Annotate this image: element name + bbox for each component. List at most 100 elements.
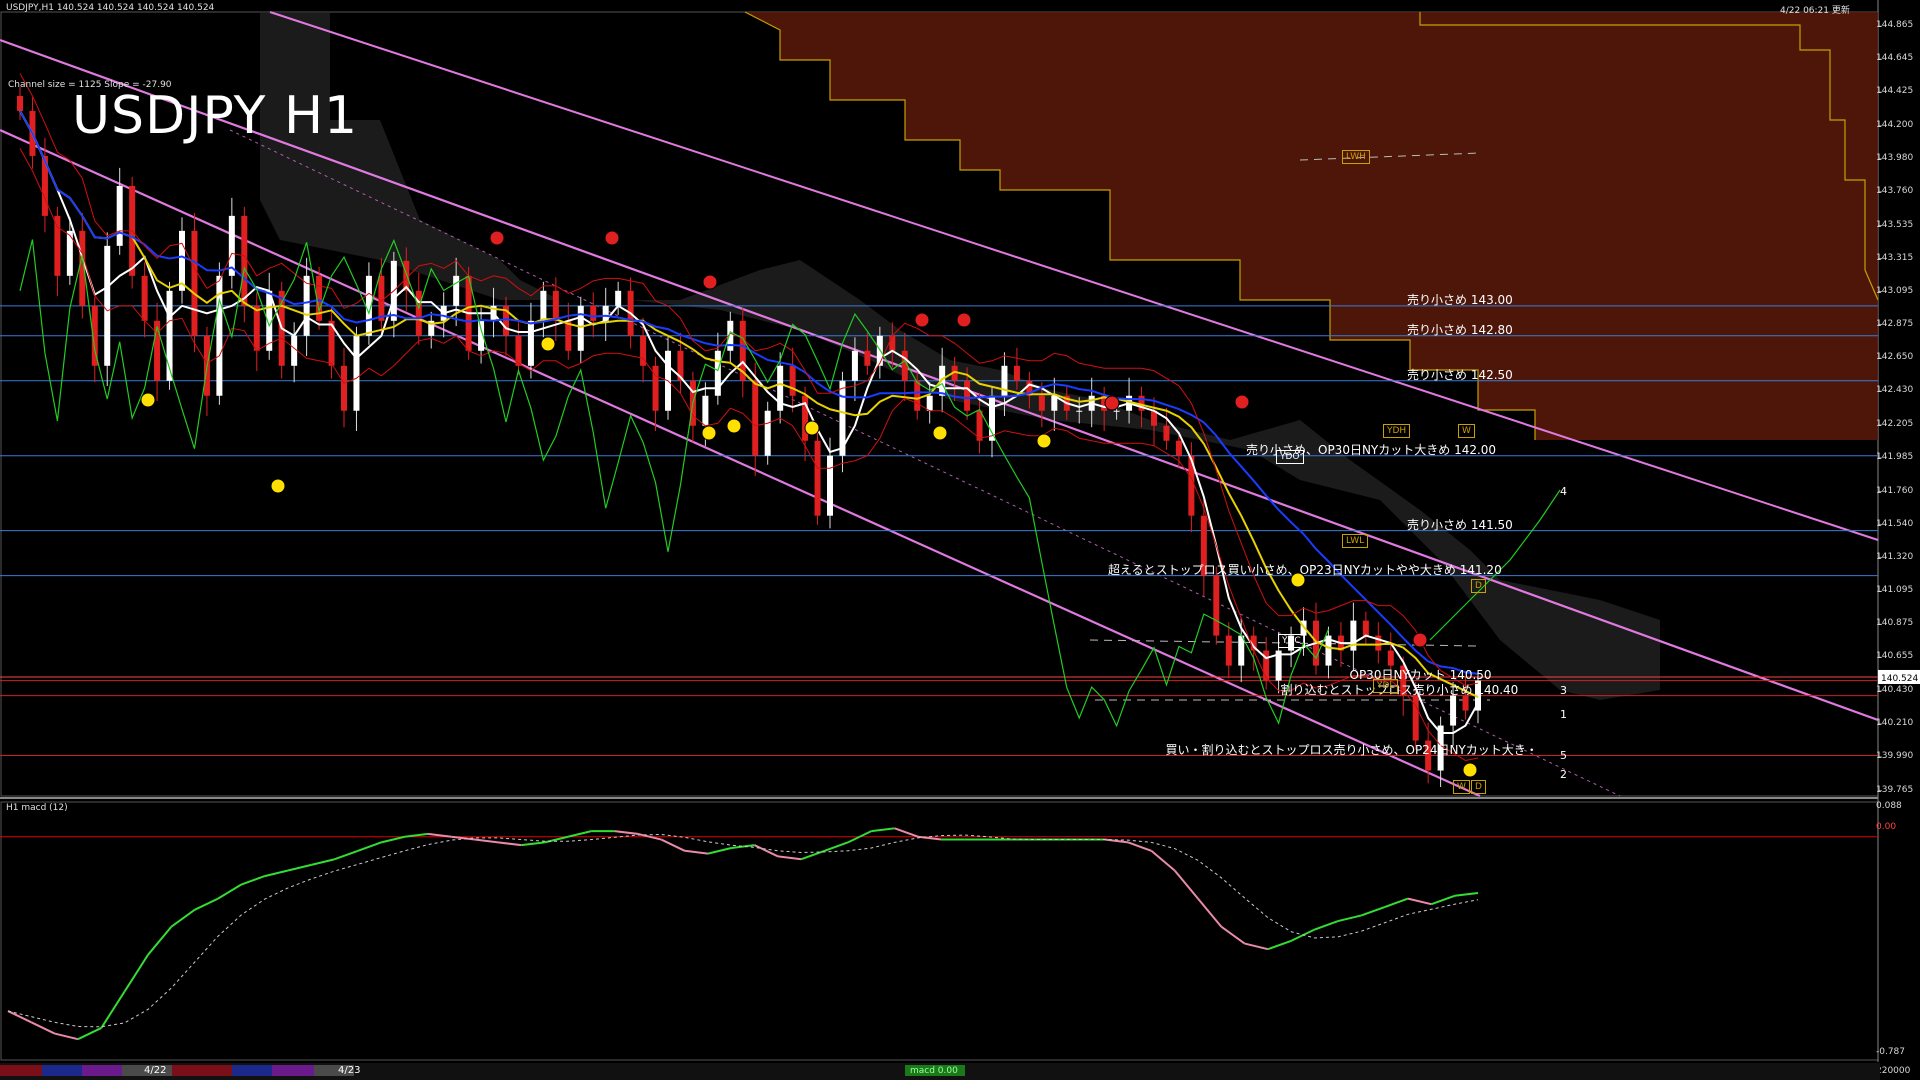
candle-body: [615, 290, 622, 306]
fractal-up-marker: [140, 392, 156, 408]
macd-segment: [707, 847, 732, 855]
candle-body: [926, 395, 933, 411]
macd-scale-zero: 0.00: [1876, 822, 1897, 832]
level-label: 売り小さめ 141.50: [1407, 517, 1513, 532]
macd-segment: [777, 855, 802, 861]
level-box-lwh: LWH: [1342, 149, 1370, 164]
volume-scale: 220000: [1876, 1066, 1911, 1076]
candle-body: [827, 455, 833, 516]
session-seg: [272, 1065, 314, 1076]
macd-segment: [123, 954, 149, 992]
candle-body: [1175, 440, 1182, 456]
macd-segment: [357, 841, 382, 852]
session-seg: [232, 1065, 272, 1076]
fractal-down-marker: [604, 230, 620, 246]
macd-segment: [311, 858, 335, 866]
candle-body: [116, 185, 123, 246]
macd-segment: [1220, 925, 1246, 945]
candle-body: [864, 350, 871, 366]
fractal-up-marker: [270, 478, 286, 494]
candle-body: [752, 380, 759, 456]
fractal-down-marker: [489, 230, 505, 246]
macd-scale-bottom: -0.787: [1876, 1047, 1906, 1057]
price-tick-label: 144.645: [1876, 53, 1914, 64]
macd-segment: [240, 875, 266, 886]
level-box-lwl: LWL: [1342, 533, 1369, 548]
session-seg: [82, 1065, 122, 1076]
price-tick-label: 143.095: [1876, 285, 1914, 296]
candle-body: [179, 230, 185, 291]
price-tick-label: 143.760: [1876, 185, 1914, 196]
price-tick-label: 140.875: [1876, 618, 1914, 629]
candle-body: [1387, 650, 1394, 666]
candle-body: [1362, 620, 1369, 636]
candle-body: [453, 275, 460, 306]
candle-body: [889, 335, 896, 351]
date-label-422: 4/22: [144, 1065, 167, 1076]
fractal-down-marker: [956, 312, 972, 328]
level-label: 超えるとストップロス買い小さめ、OP23日NYカットやや大きめ 141.20: [1108, 562, 1502, 577]
level-label: 売り小さめ 142.50: [1407, 367, 1513, 382]
price-tick-label: 141.095: [1876, 585, 1914, 596]
macd-segment: [77, 1027, 102, 1041]
macd-segment: [1244, 942, 1269, 951]
macd-tab-label[interactable]: macd 0.00: [910, 1066, 958, 1076]
price-tick-label: 142.650: [1876, 352, 1914, 363]
macd-segment: [194, 897, 219, 911]
macd-segment: [100, 990, 126, 1029]
wave-count-label: 5: [1560, 748, 1567, 762]
wave-count-label: 3: [1560, 684, 1567, 698]
level-label: 売り小さめ 143.00: [1407, 292, 1513, 307]
wave-count-label: 2: [1560, 768, 1567, 781]
candle-body: [415, 290, 422, 336]
price-tick-label: 141.760: [1876, 485, 1914, 496]
symbol-info: USDJPY,H1 140.524 140.524 140.524 140.52…: [6, 3, 215, 13]
macd-segment: [660, 838, 686, 852]
fractal-up-marker: [804, 420, 820, 436]
price-tick-label: 140.655: [1876, 651, 1914, 662]
price-tick-label: 141.985: [1876, 451, 1914, 462]
session-seg: [0, 1065, 42, 1076]
price-tick-label: 139.765: [1876, 784, 1914, 795]
price-tick-label: 143.315: [1876, 252, 1914, 263]
candle-body: [17, 95, 23, 111]
price-tick-label: 142.205: [1876, 418, 1914, 429]
price-tick-label: 142.875: [1876, 318, 1914, 329]
macd-segment: [334, 849, 359, 861]
fractal-up-marker: [701, 425, 717, 441]
candle-body: [1238, 635, 1245, 666]
candle-body: [964, 380, 971, 411]
price-tick-label: 140.210: [1876, 718, 1914, 729]
session-strip: 4/22 4/23 macd 0.00: [0, 1063, 1880, 1080]
date-label-423: 4/23: [338, 1065, 361, 1076]
candle-body: [241, 215, 248, 306]
fractal-up-marker: [1462, 762, 1478, 778]
macd-segment: [521, 841, 545, 847]
candle-body: [291, 335, 298, 366]
candle-body: [914, 380, 921, 411]
fractal-up-marker: [932, 425, 948, 441]
macd-segment: [287, 863, 312, 872]
candle-body: [54, 215, 61, 276]
macd-segment: [1267, 939, 1292, 951]
macd-segment: [871, 827, 895, 833]
candle-body: [901, 350, 908, 381]
chart-window: 140.524 USDJPY,H1 140.524 140.524 140.52…: [0, 0, 1920, 1080]
fractal-down-marker: [1104, 395, 1120, 411]
level-box-d: D: [1471, 578, 1486, 593]
macd-segment: [54, 1032, 79, 1041]
macd-segment: [1197, 897, 1223, 928]
level-box-ydc: YDC: [1278, 634, 1305, 649]
macd-signal: [7, 833, 1479, 1028]
macd-segment: [1360, 906, 1386, 917]
update-timestamp: 4/22 06:21 更新: [1780, 6, 1850, 16]
candle-body: [1038, 395, 1045, 411]
macd-panel-frame: [0, 801, 1879, 1061]
price-tick-label: 141.540: [1876, 518, 1914, 529]
macd-segment: [497, 841, 522, 847]
fractal-down-marker: [1234, 394, 1250, 410]
price-tick-label: 139.990: [1876, 751, 1914, 762]
candle-body: [191, 230, 198, 336]
price-tick-label: 143.980: [1876, 152, 1914, 163]
candle-body: [378, 275, 385, 321]
